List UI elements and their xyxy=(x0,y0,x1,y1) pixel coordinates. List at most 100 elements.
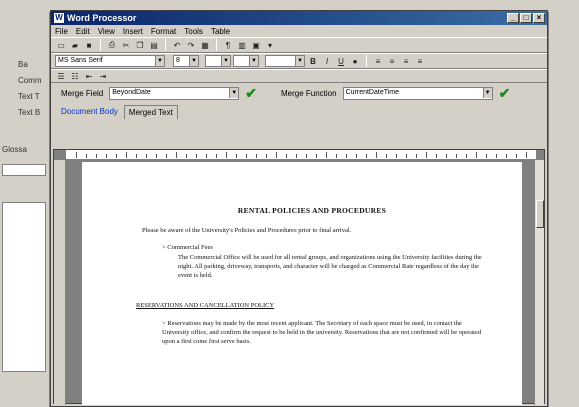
chevron-down-icon[interactable]: ▼ xyxy=(221,56,230,66)
ruler-tick xyxy=(106,154,107,158)
ruler-tick xyxy=(406,154,407,158)
maximize-button[interactable]: □ xyxy=(520,13,532,23)
vertical-ruler xyxy=(54,160,66,405)
menu-view[interactable]: View xyxy=(98,27,115,36)
list-item: > Reservations may be made by the most r… xyxy=(162,320,482,345)
print-icon[interactable]: ⎙ xyxy=(106,39,118,51)
menu-format[interactable]: Format xyxy=(151,27,176,36)
menu-edit[interactable]: Edit xyxy=(76,27,90,36)
merge-field-row: Merge Field BeyondDate ▼ ✔ Merge Functio… xyxy=(51,83,547,103)
standard-toolbar: ▭ ▰ ■ ⎙ ✂ ❐ ▤ ↶ ↷ ▦ ¶ ▥ ▣ ▾ xyxy=(51,37,547,53)
menu-insert[interactable]: Insert xyxy=(123,27,143,36)
merge-function-value: CurrentDateTime xyxy=(345,88,400,96)
align-center-icon[interactable]: ≡ xyxy=(386,55,398,67)
align-right-icon[interactable]: ≡ xyxy=(400,55,412,67)
bold-icon[interactable]: B xyxy=(307,55,319,67)
bullet-list-icon[interactable]: ☰ xyxy=(55,70,67,82)
save-icon[interactable]: ■ xyxy=(83,39,95,51)
insert-merge-function-check-icon[interactable]: ✔ xyxy=(499,86,511,100)
style-combo[interactable]: ▼ xyxy=(265,55,305,67)
close-button[interactable]: × xyxy=(533,13,545,23)
dropdown-arrow-icon[interactable]: ▾ xyxy=(264,39,276,51)
redo-icon[interactable]: ↷ xyxy=(185,39,197,51)
document-editor: RENTAL POLICIES AND PROCEDURES Please be… xyxy=(53,149,545,405)
ruler-tick xyxy=(516,154,517,158)
ruler-tick xyxy=(176,152,177,158)
ruler-tick xyxy=(96,154,97,158)
paragraph-mark-icon[interactable]: ¶ xyxy=(222,39,234,51)
merge-field-label: Merge Field xyxy=(61,88,104,98)
paste-icon[interactable]: ▤ xyxy=(148,39,160,51)
merge-function-label: Merge Function xyxy=(280,88,337,98)
ruler-tick xyxy=(496,154,497,158)
decrease-indent-icon[interactable]: ⇤ xyxy=(83,70,95,82)
merge-field-select[interactable]: BeyondDate ▼ xyxy=(109,86,240,100)
ruler-tick xyxy=(266,154,267,158)
undo-icon[interactable]: ↶ xyxy=(171,39,183,51)
copy-icon[interactable]: ❐ xyxy=(134,39,146,51)
border-icon[interactable]: ▣ xyxy=(250,39,262,51)
minimize-button[interactable]: _ xyxy=(507,13,519,23)
align-left-icon[interactable]: ≡ xyxy=(372,55,384,67)
numbered-list-icon[interactable]: ☷ xyxy=(69,70,81,82)
cut-icon[interactable]: ✂ xyxy=(120,39,132,51)
ruler-tick xyxy=(126,152,127,158)
menu-table[interactable]: Table xyxy=(211,27,230,36)
ruler-tick xyxy=(166,154,167,158)
font-color-combo[interactable]: ▼ xyxy=(205,55,231,67)
justify-icon[interactable]: ≡ xyxy=(414,55,426,67)
document-paragraph: The Commercial Office will be used for a… xyxy=(178,254,482,279)
ruler-tick xyxy=(136,154,137,158)
chevron-down-icon[interactable]: ▼ xyxy=(482,87,492,98)
left-panel-field[interactable] xyxy=(2,164,46,176)
menu-file[interactable]: File xyxy=(55,27,68,36)
horizontal-ruler[interactable] xyxy=(66,150,536,160)
chevron-down-icon[interactable]: ▼ xyxy=(249,56,258,66)
columns-icon[interactable]: ▥ xyxy=(236,39,248,51)
section-heading: RESERVATIONS AND CANCELLATION POLICY xyxy=(136,302,275,309)
tab-merged-text[interactable]: Merged Text xyxy=(123,105,178,119)
ruler-tick xyxy=(216,154,217,158)
ruler-tick xyxy=(446,154,447,158)
chevron-down-icon[interactable]: ▼ xyxy=(229,87,239,98)
scrollbar-thumb[interactable] xyxy=(536,200,544,228)
ruler-tick xyxy=(526,152,527,158)
left-panel-label: Comm xyxy=(18,76,42,85)
window-title: Word Processor xyxy=(67,13,137,23)
underline-icon[interactable]: U xyxy=(335,55,347,67)
italic-icon[interactable]: I xyxy=(321,55,333,67)
merge-function-select[interactable]: CurrentDateTime ▼ xyxy=(342,86,493,100)
menu-tools[interactable]: Tools xyxy=(184,27,203,36)
ruler-tick xyxy=(366,154,367,158)
highlight-color-combo[interactable]: ▼ xyxy=(233,55,259,67)
vertical-scrollbar[interactable] xyxy=(534,160,544,405)
font-size-combo[interactable]: 8 ▼ xyxy=(173,55,199,67)
insert-merge-field-check-icon[interactable]: ✔ xyxy=(245,86,257,100)
font-color-icon[interactable]: ● xyxy=(349,55,361,67)
ruler-tick xyxy=(436,154,437,158)
ruler-tick xyxy=(76,152,77,158)
left-panel-list[interactable] xyxy=(2,202,46,372)
insert-table-icon[interactable]: ▦ xyxy=(199,39,211,51)
app-icon: W xyxy=(54,13,64,23)
ruler-tick xyxy=(286,154,287,158)
open-folder-icon[interactable]: ▰ xyxy=(69,39,81,51)
font-name-combo[interactable]: MS Sans Serif ▼ xyxy=(55,55,165,67)
left-panel-label: Text T xyxy=(18,92,40,101)
toolbar-separator xyxy=(165,39,166,51)
document-page[interactable]: RENTAL POLICIES AND PROCEDURES Please be… xyxy=(82,162,522,405)
increase-indent-icon[interactable]: ⇥ xyxy=(97,70,109,82)
ruler-tick xyxy=(316,154,317,158)
tab-document-body[interactable]: Document Body xyxy=(57,105,122,119)
chevron-down-icon[interactable]: ▼ xyxy=(295,56,304,66)
ruler-tick xyxy=(206,154,207,158)
new-document-icon[interactable]: ▭ xyxy=(55,39,67,51)
ruler-tick xyxy=(226,152,227,158)
chevron-down-icon[interactable]: ▼ xyxy=(189,56,198,66)
ruler-tick xyxy=(506,154,507,158)
chevron-down-icon[interactable]: ▼ xyxy=(155,56,164,66)
background-left-panel: Ba Comm Text T Text B Glossa xyxy=(0,12,50,407)
document-paragraph: Reservations may be made by the most rec… xyxy=(162,320,482,345)
toolbar-separator xyxy=(216,39,217,51)
document-intro: Please be aware of the University's Poli… xyxy=(142,227,352,234)
